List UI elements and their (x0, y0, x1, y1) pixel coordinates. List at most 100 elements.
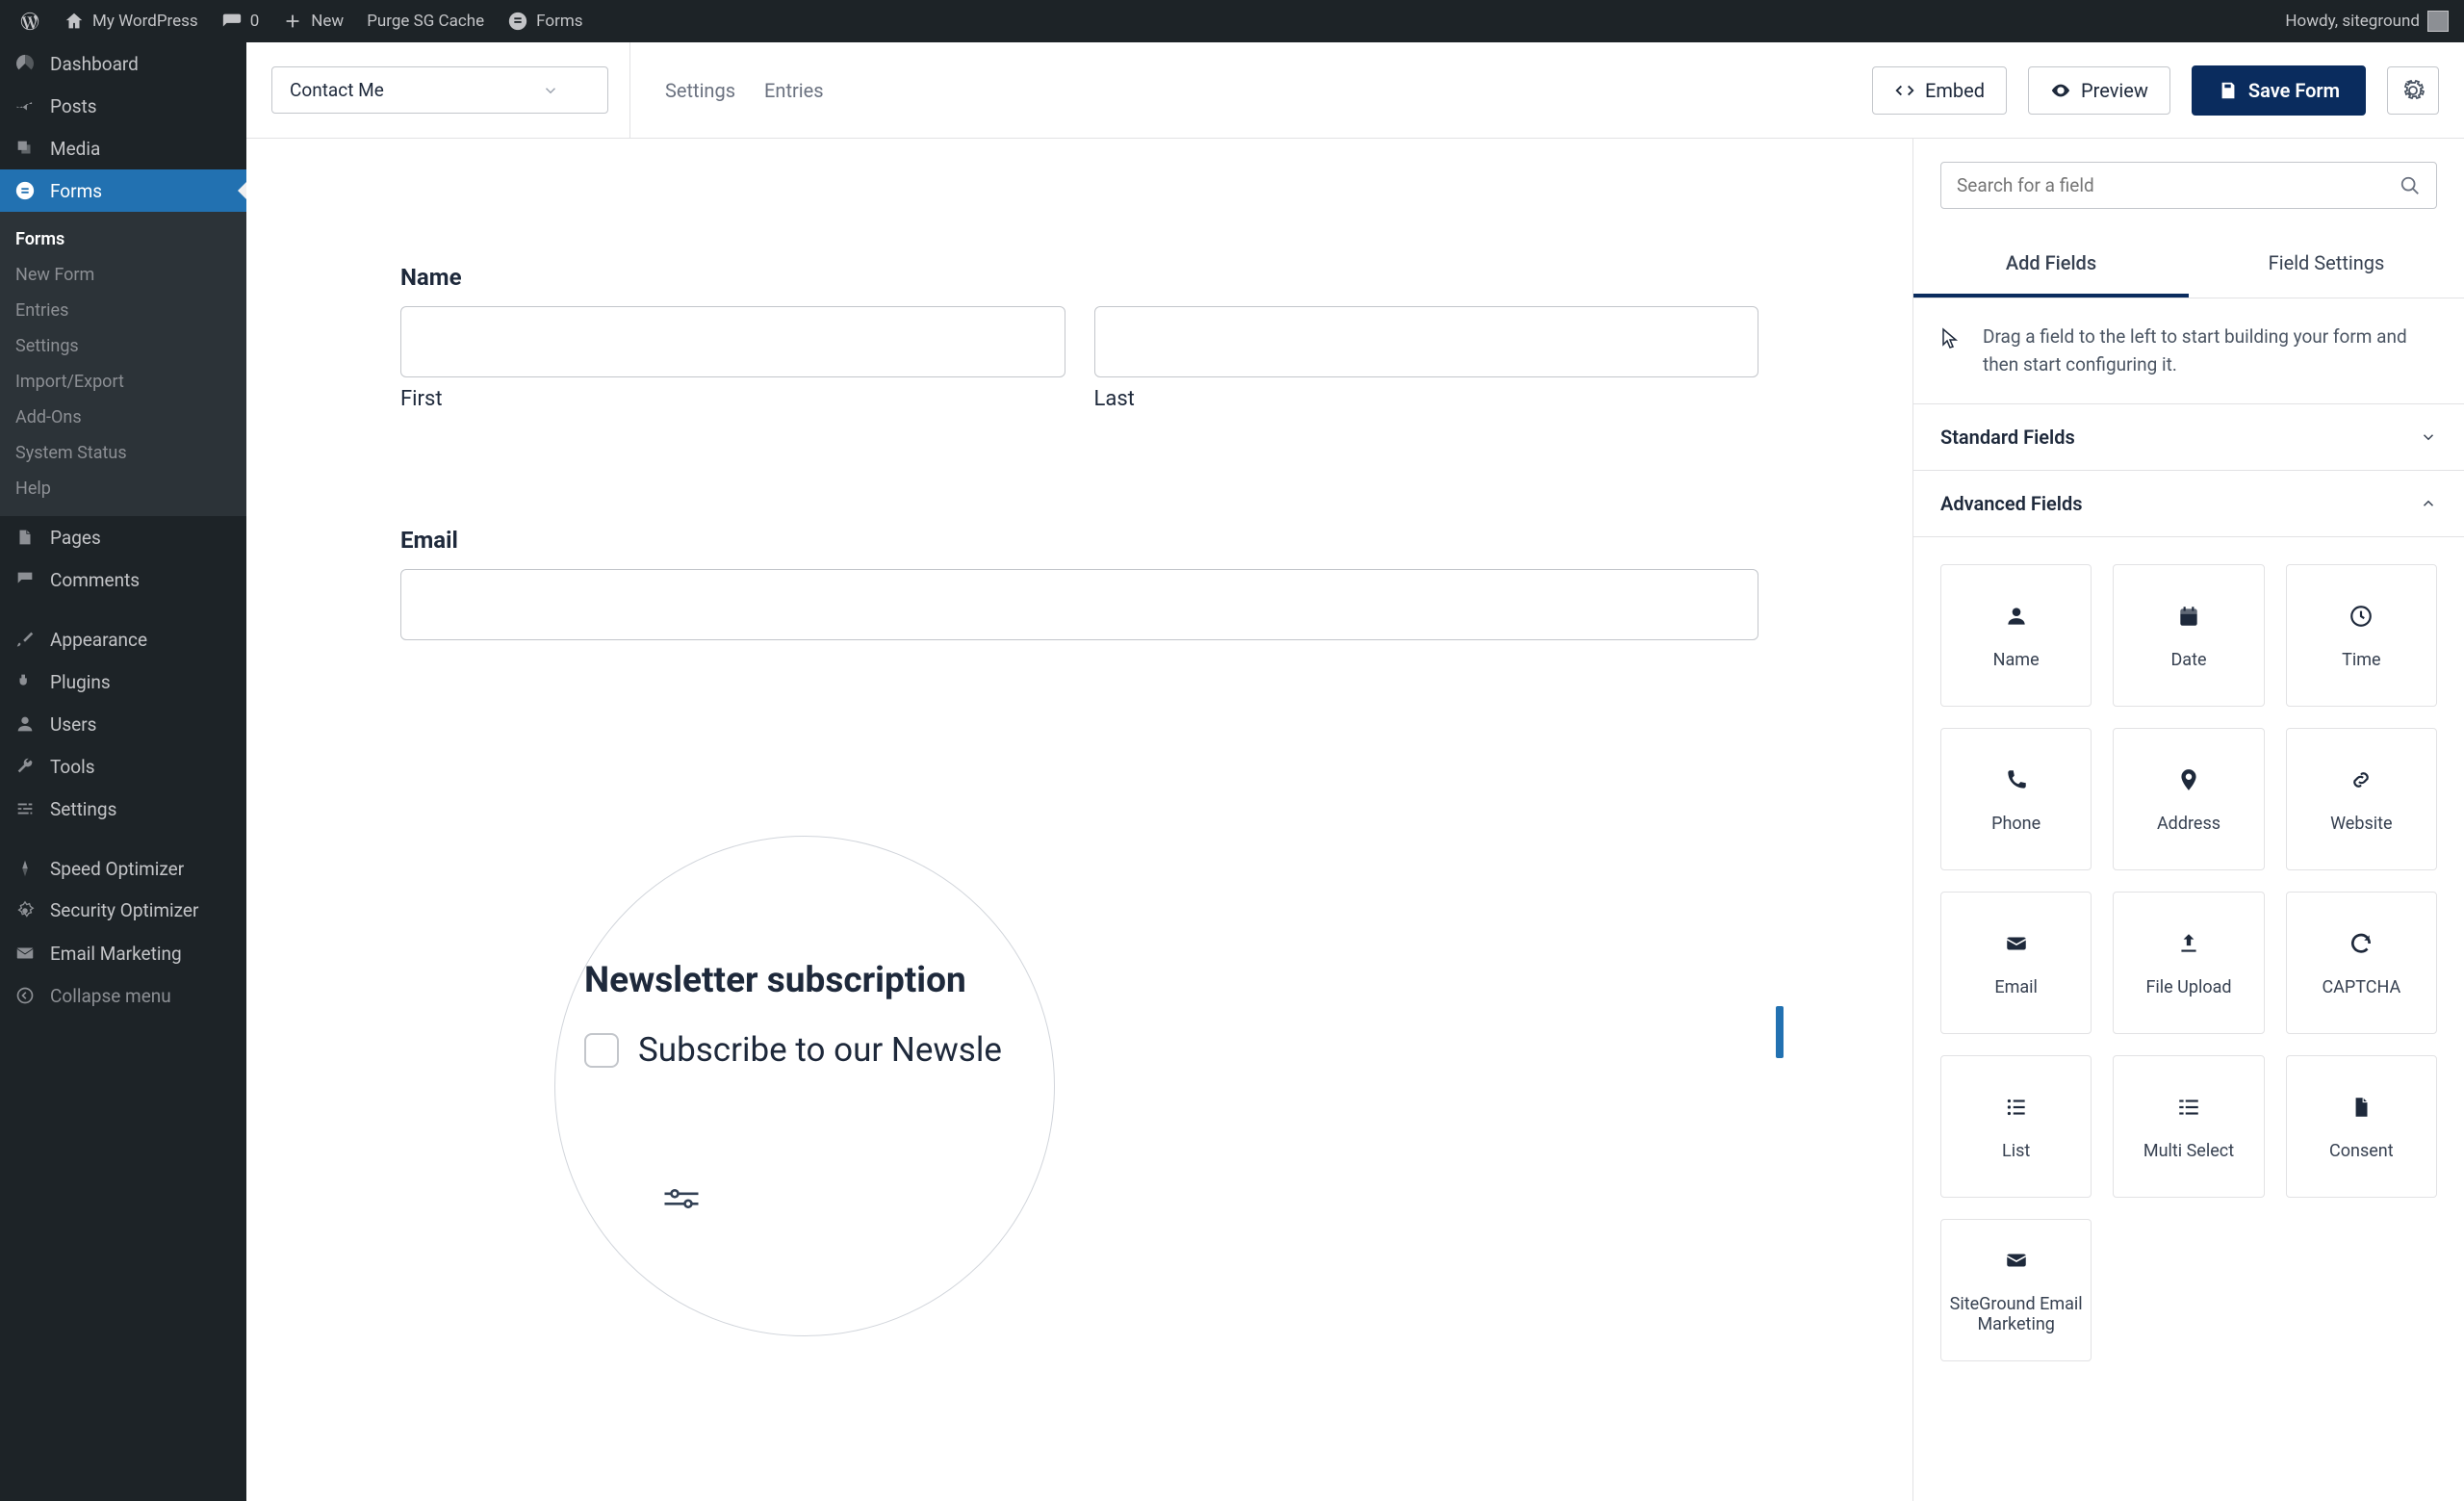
submenu-systemstatus[interactable]: System Status (0, 435, 246, 471)
sidebar-settings[interactable]: Settings (0, 788, 246, 830)
accordion-advanced[interactable]: Advanced Fields (1913, 471, 2464, 537)
sliders-icon (13, 797, 37, 820)
new-link[interactable]: New (270, 0, 355, 42)
avatar-icon (2427, 11, 2449, 32)
accordion-standard[interactable]: Standard Fields (1913, 404, 2464, 471)
sidebar-pages[interactable]: Pages (0, 516, 246, 558)
embed-button[interactable]: Embed (1872, 66, 2007, 115)
field-card-captcha[interactable]: CAPTCHA (2286, 892, 2437, 1034)
search-icon (2400, 175, 2421, 196)
purge-cache-link[interactable]: Purge SG Cache (355, 0, 496, 42)
field-email[interactable]: Email (400, 527, 1758, 640)
field-name[interactable]: Name First Last (400, 264, 1758, 411)
field-card-email-label: Email (1994, 977, 2038, 997)
submenu-entries[interactable]: Entries (0, 293, 246, 328)
email-input[interactable] (400, 569, 1758, 640)
sidebar-posts-label: Posts (50, 95, 97, 117)
last-name-input[interactable] (1094, 306, 1759, 377)
chevron-down-icon (2420, 428, 2437, 446)
user-icon (13, 712, 37, 736)
howdy-text: Howdy, siteground (2285, 12, 2420, 31)
field-search-input[interactable] (1957, 174, 2388, 196)
sidebar-speed[interactable]: Speed Optimizer (0, 847, 246, 890)
field-card-website[interactable]: Website (2286, 728, 2437, 870)
submenu-help[interactable]: Help (0, 471, 246, 506)
first-name-input[interactable] (400, 306, 1065, 377)
wp-logo[interactable] (8, 0, 52, 42)
field-card-consent[interactable]: Consent (2286, 1055, 2437, 1198)
toolbar-tab-entries[interactable]: Entries (764, 79, 824, 102)
wrench-icon (13, 755, 37, 778)
form-canvas[interactable]: Name First Last (246, 139, 1913, 1501)
field-card-phone[interactable]: Phone (1940, 728, 2092, 870)
site-name-link[interactable]: My WordPress (52, 0, 210, 42)
forms-link-top[interactable]: Forms (496, 0, 594, 42)
save-icon (2218, 80, 2239, 101)
magnified-checkbox[interactable] (584, 1033, 619, 1068)
sidebar-media-label: Media (50, 138, 100, 160)
sidebar-forms-submenu: Forms New Form Entries Settings Import/E… (0, 212, 246, 516)
field-card-address[interactable]: Address (2113, 728, 2264, 870)
field-card-multiselect[interactable]: Multi Select (2113, 1055, 2264, 1198)
submenu-newform[interactable]: New Form (0, 257, 246, 293)
email-icon (2002, 1246, 2031, 1275)
dashboard-icon (13, 52, 37, 75)
field-card-date[interactable]: Date (2113, 564, 2264, 707)
refresh-icon (2347, 929, 2375, 958)
toolbar-tab-settings[interactable]: Settings (665, 79, 735, 102)
sidebar-security[interactable]: Security Optimizer (0, 890, 246, 932)
field-card-name[interactable]: Name (1940, 564, 2092, 707)
submenu-addons[interactable]: Add-Ons (0, 400, 246, 435)
howdy-link[interactable]: Howdy, siteground (2285, 11, 2456, 32)
main-area: Contact Me Settings Entries Embed Previe… (246, 42, 2464, 1501)
form-settings-button[interactable] (2387, 66, 2439, 115)
location-icon (2174, 765, 2203, 794)
field-card-time[interactable]: Time (2286, 564, 2437, 707)
field-card-sgemail[interactable]: SiteGround Email Marketing (1940, 1219, 2092, 1361)
sidebar-pages-label: Pages (50, 527, 101, 549)
field-search[interactable] (1940, 162, 2437, 209)
advanced-fields-grid: Name Date Time Phone (1913, 537, 2464, 1388)
tab-field-settings[interactable]: Field Settings (2189, 232, 2464, 298)
sidebar-users-label: Users (50, 713, 96, 736)
preview-button[interactable]: Preview (2028, 66, 2170, 115)
submenu-importexport[interactable]: Import/Export (0, 364, 246, 400)
field-card-fileupload[interactable]: File Upload (2113, 892, 2264, 1034)
sidebar-posts[interactable]: Posts (0, 85, 246, 127)
collapse-icon (13, 984, 37, 1007)
field-card-address-label: Address (2157, 814, 2220, 834)
code-icon (1894, 80, 1915, 101)
comments-link[interactable]: 0 (210, 0, 271, 42)
comments-count: 0 (250, 12, 260, 31)
drag-hint-text: Drag a field to the left to start buildi… (1983, 323, 2437, 378)
comment-icon (221, 11, 243, 32)
sidebar-appearance[interactable]: Appearance (0, 618, 246, 660)
field-card-phone-label: Phone (1991, 814, 2040, 834)
field-card-fileupload-label: File Upload (2145, 977, 2231, 997)
sidebar-emailmkt[interactable]: Email Marketing (0, 932, 246, 974)
sidebar-collapse[interactable]: Collapse menu (0, 974, 246, 1017)
sidebar-tools[interactable]: Tools (0, 745, 246, 788)
home-icon (64, 11, 85, 32)
save-form-button[interactable]: Save Form (2192, 65, 2366, 116)
sidebar-media[interactable]: Media (0, 127, 246, 169)
forms-top-label: Forms (536, 12, 582, 31)
accordion-advanced-label: Advanced Fields (1940, 492, 2083, 515)
form-switcher[interactable]: Contact Me (271, 66, 608, 114)
sidebar-dashboard[interactable]: Dashboard (0, 42, 246, 85)
sidebar-users[interactable]: Users (0, 703, 246, 745)
field-card-list[interactable]: List (1940, 1055, 2092, 1198)
field-card-email[interactable]: Email (1940, 892, 2092, 1034)
sidebar-plugins[interactable]: Plugins (0, 660, 246, 703)
sidebar-forms[interactable]: Forms (0, 169, 246, 212)
submenu-forms[interactable]: Forms (0, 221, 246, 257)
tab-add-fields[interactable]: Add Fields (1913, 232, 2189, 298)
sidebar-plugins-label: Plugins (50, 671, 111, 693)
eye-icon (2050, 80, 2071, 101)
sidebar-comments[interactable]: Comments (0, 558, 246, 601)
submenu-settings[interactable]: Settings (0, 328, 246, 364)
gear-icon (2401, 79, 2425, 102)
sidebar-emailmkt-label: Email Marketing (50, 943, 182, 965)
last-sublabel: Last (1094, 387, 1759, 411)
calendar-icon (2174, 602, 2203, 631)
